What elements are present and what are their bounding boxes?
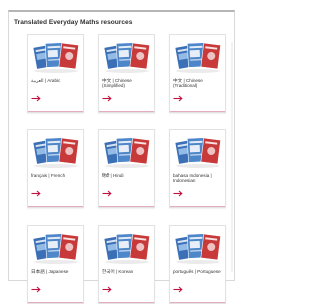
booklet-thumbnail[interactable] — [171, 131, 224, 171]
right-arrow-icon[interactable] — [173, 286, 183, 293]
card-divider — [99, 206, 154, 207]
booklet-thumbnail[interactable] — [100, 227, 153, 267]
card-divider — [99, 111, 154, 112]
right-arrow-icon[interactable] — [102, 286, 112, 293]
language-label: français | French — [31, 173, 66, 178]
resource-card[interactable]: العربية | Arabic — [27, 34, 84, 113]
booklet-thumbnail[interactable] — [29, 227, 82, 267]
language-label: हिंदी | Hindi — [102, 173, 124, 178]
resource-card[interactable]: 中文 | Chinese (Traditional) — [169, 34, 226, 113]
panel-title: Translated Everyday Maths resources — [14, 19, 133, 26]
resource-card[interactable]: हिंदी | Hindi — [98, 129, 155, 208]
language-label: bahasa Indonesia | Indonesian — [173, 173, 212, 183]
language-label: português | Portuguese — [173, 269, 221, 274]
card-divider — [170, 302, 225, 303]
language-label: 한국어 | Korean — [102, 269, 134, 274]
resource-card[interactable]: français | French — [27, 129, 84, 208]
right-arrow-icon[interactable] — [173, 95, 183, 102]
card-divider — [170, 111, 225, 112]
booklet-thumbnail[interactable] — [171, 227, 224, 267]
scrollbar[interactable] — [231, 42, 233, 272]
right-arrow-icon[interactable] — [102, 95, 112, 102]
card-divider — [99, 302, 154, 303]
right-arrow-icon[interactable] — [31, 190, 41, 197]
language-label: العربية | Arabic — [31, 78, 61, 83]
booklet-thumbnail[interactable] — [29, 36, 82, 76]
resource-card[interactable]: 한국어 | Korean — [98, 225, 155, 304]
language-label: 中文 | Chinese (Simplified) — [102, 78, 132, 88]
booklet-thumbnail[interactable] — [29, 131, 82, 171]
language-label: 日本語 | Japanese — [31, 269, 69, 274]
resource-card[interactable]: 日本語 | Japanese — [27, 225, 84, 304]
resource-card[interactable]: português | Portuguese — [169, 225, 226, 304]
booklet-thumbnail[interactable] — [100, 36, 153, 76]
booklet-thumbnail[interactable] — [100, 131, 153, 171]
card-divider — [28, 302, 83, 303]
right-arrow-icon[interactable] — [173, 190, 183, 197]
resource-card[interactable]: 中文 | Chinese (Simplified) — [98, 34, 155, 113]
card-divider — [28, 111, 83, 112]
booklet-thumbnail[interactable] — [171, 36, 224, 76]
language-label: 中文 | Chinese (Traditional) — [173, 78, 203, 88]
card-divider — [28, 206, 83, 207]
resource-grid: العربية | Arabic 中文 | Chinese (Simplified… — [27, 34, 226, 304]
card-divider — [170, 206, 225, 207]
translated-resources-panel: Translated Everyday Maths resources العر… — [8, 10, 235, 304]
right-arrow-icon[interactable] — [31, 95, 41, 102]
resource-card[interactable]: bahasa Indonesia | Indonesian — [169, 129, 226, 208]
right-arrow-icon[interactable] — [102, 190, 112, 197]
right-arrow-icon[interactable] — [31, 286, 41, 293]
